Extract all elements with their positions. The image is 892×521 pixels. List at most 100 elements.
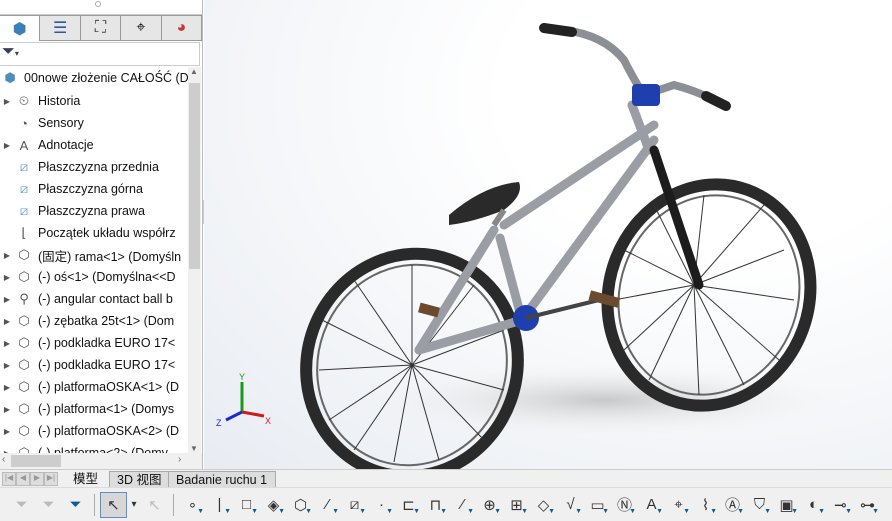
last-tab-button[interactable]: ▶| — [44, 472, 58, 486]
tab-configuration-manager[interactable]: ⛶ — [80, 15, 122, 41]
scroll-thumb[interactable] — [11, 455, 61, 467]
tree-item[interactable]: ▶ ⬡ (-) podkladka EURO 17< — [0, 354, 188, 376]
tree-item-label: (-) platforma<2> (Domy — [38, 446, 168, 453]
horizontal-scrollbar[interactable]: ‹ › — [0, 453, 202, 469]
filter-button[interactable]: ⏷ — [8, 492, 35, 518]
select-other-button[interactable]: ↖ — [141, 492, 168, 518]
tree-item-label: Początek układu współrz — [38, 226, 176, 240]
selection-filter-toolbar: ⏷ ⏷ ⏷ ↖ ▾ ↖ ∘ ▼ | ▼ □ ▼ ◈ ▼ ⬡ ▼ ⁄ ▼ ⧄ ▼ · ▼ ⊏ ▼ ⊓ ▼ ⁄ ▼ ⊕ ▼ ⊞ ▼ ◇ ▼ √ ▼ ▭ ▼ Ⓝ ▼… — [0, 487, 892, 521]
tab-3d-view[interactable]: 3D 视图 — [109, 471, 170, 488]
expand-arrow-icon[interactable]: ▶ — [0, 295, 14, 304]
filter-notes-button[interactable]: ▭ ▼ — [584, 492, 611, 518]
expand-arrow-icon[interactable]: ▶ — [0, 339, 14, 348]
tree-item[interactable]: ▶ ⬡ (-) platforma<1> (Domys — [0, 398, 188, 420]
scroll-thumb[interactable] — [189, 83, 200, 269]
filter-planes-button[interactable]: ⧄ ▼ — [341, 492, 368, 518]
filter-balloons-button[interactable]: Ⓝ ▼ — [611, 492, 638, 518]
filter-weld-symbols-button[interactable]: A ▼ — [638, 492, 665, 518]
select-arrow-icon: ↖ — [107, 496, 120, 514]
filter-datum-targets-icon: ⌖ — [674, 496, 683, 513]
filter-solid-bodies-button[interactable]: ⬡ ▼ — [287, 492, 314, 518]
tree-item[interactable]: ▶ ⬡ (固定) rama<1> (Domyśln — [0, 244, 188, 266]
tree-filter[interactable]: ⏷▾ — [0, 42, 200, 66]
panel-tabs: ⬢ ☰ ⛶ ⌖ ◕ — [0, 14, 203, 41]
tree-item[interactable]: ⧄ Płaszczyzna górna — [0, 178, 188, 200]
filter-surface-bodies-button[interactable]: ◈ ▼ — [260, 492, 287, 518]
tree-item-label: (-) angular contact ball b — [38, 292, 173, 306]
filter-routing-points-button[interactable]: ⊸ ▼ — [827, 492, 854, 518]
filter-center-marks-icon: ⁄ — [461, 496, 464, 513]
tab-motion-study[interactable]: Badanie ruchu 1 — [168, 471, 276, 488]
tree-item-label: Sensory — [38, 116, 84, 130]
filter-edges-button[interactable]: | ▼ — [206, 492, 233, 518]
tree-item[interactable]: ▶ ⬡ (-) platforma<2> (Domy — [0, 442, 188, 453]
tree-item[interactable]: ▶ ⬡ (-) zębatka 25t<1> (Dom — [0, 310, 188, 332]
tree-item[interactable]: ▶ ⬡ (-) podkladka EURO 17< — [0, 332, 188, 354]
configuration-icon: ⛶ — [94, 19, 107, 36]
filter-blocks-button[interactable]: ▣ ▼ — [773, 492, 800, 518]
expand-arrow-icon[interactable]: ▶ — [0, 251, 14, 260]
origin-icon: ⌊ — [21, 225, 27, 240]
tree-item[interactable]: ⌊ Początek układu współrz — [0, 222, 188, 244]
filter-centerline-button[interactable]: ⊕ ▼ — [476, 492, 503, 518]
tree-item[interactable]: ▶ ⬡ (-) platformaOSKA<1> (D — [0, 376, 188, 398]
filter-midpoints-button[interactable]: ⊓ ▼ — [422, 492, 449, 518]
expand-arrow-icon[interactable]: ▶ — [0, 273, 14, 282]
first-tab-button[interactable]: |◀ — [2, 472, 16, 486]
dropdown-button[interactable]: ▾ — [127, 492, 141, 518]
select-arrow-button[interactable]: ↖ — [100, 491, 127, 518]
tree-item[interactable]: ▶ ⚲ (-) angular contact ball b — [0, 288, 188, 310]
filter-axes-icon: ⁄ — [326, 496, 329, 513]
panel-grip[interactable] — [95, 1, 101, 7]
tree-item[interactable]: ▶ ⬡ (-) platformaOSKA<2> (D — [0, 420, 188, 442]
tree-item[interactable]: ▶ ⬡ (-) oś<1> (Domyślna<<D — [0, 266, 188, 288]
filter-datum-features-button[interactable]: Ⓐ ▼ — [719, 492, 746, 518]
tree-item[interactable]: ⧄ Płaszczyzna przednia — [0, 156, 188, 178]
expand-arrow-icon[interactable]: ▶ — [0, 383, 14, 392]
funnel-icon[interactable]: ⏷ — [2, 43, 15, 60]
tree-item[interactable]: ▶ A Adnotacje — [0, 134, 188, 156]
tree-item[interactable]: ▶ ⏲ Historia — [0, 90, 188, 112]
feature-tree: ⬢ 00nowe złożenie CAŁOŚĆ (D ▶ ⏲ Historia ◔ S… — [0, 67, 188, 453]
filter-multiple-icon: ⏷ — [42, 496, 55, 513]
tab-dimxpert-manager[interactable]: ⌖ — [121, 15, 162, 41]
filter-multiple-button[interactable]: ⏷ — [35, 492, 62, 518]
filter-connection-points-button[interactable]: ◐ ▼ — [800, 492, 827, 518]
filter-axes-button[interactable]: ⁄ ▼ — [314, 492, 341, 518]
filter-mesh-button[interactable]: ⊶ ▼ — [854, 492, 881, 518]
tree-item[interactable]: ⧄ Płaszczyzna prawa — [0, 200, 188, 222]
expand-arrow-icon[interactable]: ▶ — [0, 405, 14, 414]
vertical-scrollbar[interactable]: ▲ ▼ — [188, 67, 201, 453]
expand-arrow-icon[interactable]: ▶ — [0, 141, 14, 150]
filter-datum-targets-button[interactable]: ⌖ ▼ — [665, 492, 692, 518]
graphics-area[interactable]: Y X Z — [204, 0, 892, 483]
expand-arrow-icon[interactable]: ▶ — [0, 361, 14, 370]
filter-geometric-tolerance-button[interactable]: √ ▼ — [557, 492, 584, 518]
tab-model[interactable]: 模型 — [66, 471, 106, 488]
filter-surface-finish-button[interactable]: ◇ ▼ — [530, 492, 557, 518]
filter-center-marks-button[interactable]: ⁄ ▼ — [449, 492, 476, 518]
tab-display-manager[interactable]: ◕ — [161, 15, 203, 41]
filter-toggle-button[interactable]: ⏷ — [62, 492, 89, 518]
expand-arrow-icon[interactable]: ▶ — [0, 317, 14, 326]
expand-arrow-icon[interactable]: ▶ — [0, 427, 14, 436]
tree-root[interactable]: ⬢ 00nowe złożenie CAŁOŚĆ (D — [0, 67, 188, 89]
tab-feature-manager[interactable]: ⬢ — [0, 15, 41, 41]
plane-icon: ⧄ — [19, 159, 29, 174]
prev-tab-button[interactable]: ◀ — [16, 472, 30, 486]
filter-vertices-icon: ∘ — [187, 496, 198, 514]
filter-sketch-points-button[interactable]: · ▼ — [368, 492, 395, 518]
filter-sketch-segments-button[interactable]: ⊏ ▼ — [395, 492, 422, 518]
filter-faces-button[interactable]: □ ▼ — [233, 492, 260, 518]
tab-property-manager[interactable]: ☰ — [40, 15, 81, 41]
next-tab-button[interactable]: ▶ — [30, 472, 44, 486]
crosshair-icon: ⌖ — [136, 19, 146, 36]
filter-cosmetic-threads-button[interactable]: ⌇ ▼ — [692, 492, 719, 518]
filter-weld-symbols-icon: A — [646, 496, 657, 513]
filter-vertices-button[interactable]: ∘ ▼ — [179, 492, 206, 518]
expand-arrow-icon[interactable]: ▶ — [0, 97, 14, 106]
filter-dimensions-button[interactable]: ⊞ ▼ — [503, 492, 530, 518]
tree-item[interactable]: ◔ Sensory — [0, 112, 188, 134]
tree-item-label: (-) platformaOSKA<2> (D — [38, 424, 180, 438]
filter-dowel-pins-button[interactable]: ⛉ ▼ — [746, 492, 773, 518]
